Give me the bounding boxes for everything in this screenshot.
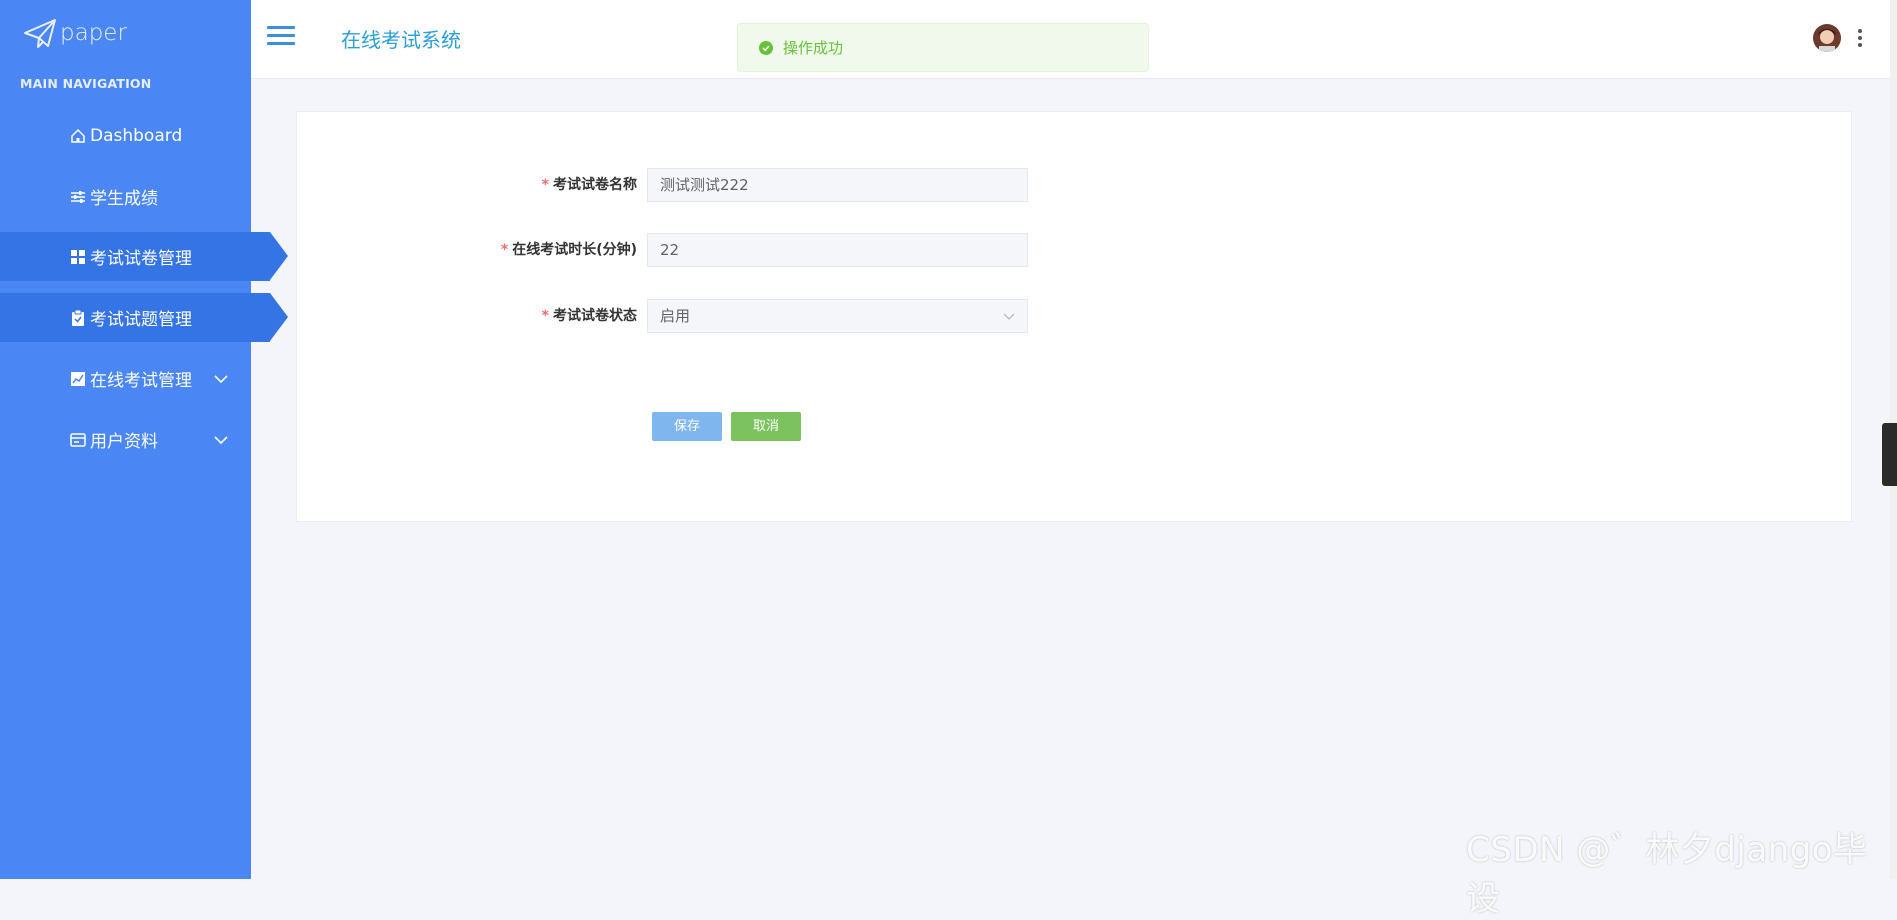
clipboard-icon bbox=[70, 309, 86, 326]
success-toast: 操作成功 bbox=[737, 23, 1149, 72]
sidebar-item-student-scores[interactable]: 学生成绩 bbox=[0, 172, 251, 221]
logo[interactable]: paper bbox=[22, 16, 127, 50]
form-row-status: * 考试试卷状态 bbox=[297, 298, 637, 334]
sidebar-item-label: 在线考试管理 bbox=[90, 371, 192, 391]
paper-name-input[interactable]: 测试测试222 bbox=[647, 168, 1028, 202]
sidebar-item-label: Dashboard bbox=[90, 125, 183, 146]
user-avatar[interactable] bbox=[1813, 24, 1841, 52]
duration-input[interactable]: 22 bbox=[647, 233, 1028, 267]
form-row-duration: * 在线考试时长(分钟) bbox=[297, 232, 637, 268]
nav-header: MAIN NAVIGATION bbox=[20, 76, 152, 91]
sidebar-item-user-profile[interactable]: 用户资料 bbox=[0, 415, 251, 464]
more-options-icon[interactable] bbox=[1857, 29, 1863, 49]
save-button[interactable]: 保存 bbox=[652, 412, 722, 441]
side-panel-handle[interactable] bbox=[1882, 423, 1897, 486]
sidebar-item-dashboard[interactable]: Dashboard bbox=[0, 111, 251, 160]
chevron-down-icon bbox=[1003, 313, 1015, 320]
check-circle-icon bbox=[759, 40, 773, 55]
watermark: CSDN @゛林夕django毕设 bbox=[1466, 830, 1868, 919]
toast-message: 操作成功 bbox=[783, 39, 844, 57]
sidebar-item-label: 用户资料 bbox=[90, 432, 158, 452]
chevron-down-icon bbox=[214, 435, 228, 444]
sidebar: paper MAIN NAVIGATION Dashboard 学生成绩 考试试… bbox=[0, 0, 288, 879]
status-select[interactable]: 启用 bbox=[647, 299, 1028, 333]
app-title: 在线考试系统 bbox=[341, 28, 461, 52]
duration-label: * 在线考试时长(分钟) bbox=[500, 242, 637, 258]
status-label: * 考试试卷状态 bbox=[541, 308, 637, 324]
sidebar-item-label: 学生成绩 bbox=[90, 189, 158, 209]
home-icon bbox=[70, 128, 86, 144]
sliders-icon bbox=[70, 189, 86, 205]
chart-icon bbox=[70, 371, 86, 387]
status-select-value: 启用 bbox=[660, 307, 691, 325]
paper-name-label: * 考试试卷名称 bbox=[541, 177, 637, 193]
sidebar-item-label: 考试试题管理 bbox=[90, 310, 192, 330]
sidebar-item-exam-papers[interactable]: 考试试卷管理 bbox=[0, 232, 288, 281]
sidebar-item-label: 考试试卷管理 bbox=[90, 249, 192, 269]
logo-text: paper bbox=[60, 20, 127, 46]
exam-paper-form: * 考试试卷名称 测试测试222 * 在线考试时长(分钟) 22 * 考试试卷状态 启… bbox=[296, 111, 1852, 522]
card-icon bbox=[70, 432, 86, 448]
sidebar-item-exam-questions[interactable]: 考试试题管理 bbox=[0, 293, 288, 342]
grid-icon bbox=[70, 249, 86, 265]
sidebar-item-online-exams[interactable]: 在线考试管理 bbox=[0, 354, 251, 403]
chevron-down-icon bbox=[214, 374, 228, 383]
menu-toggle-icon[interactable] bbox=[267, 26, 295, 48]
cancel-button[interactable]: 取消 bbox=[731, 412, 801, 441]
form-row-paper-name: * 考试试卷名称 bbox=[297, 167, 637, 203]
paper-plane-icon bbox=[24, 19, 56, 48]
